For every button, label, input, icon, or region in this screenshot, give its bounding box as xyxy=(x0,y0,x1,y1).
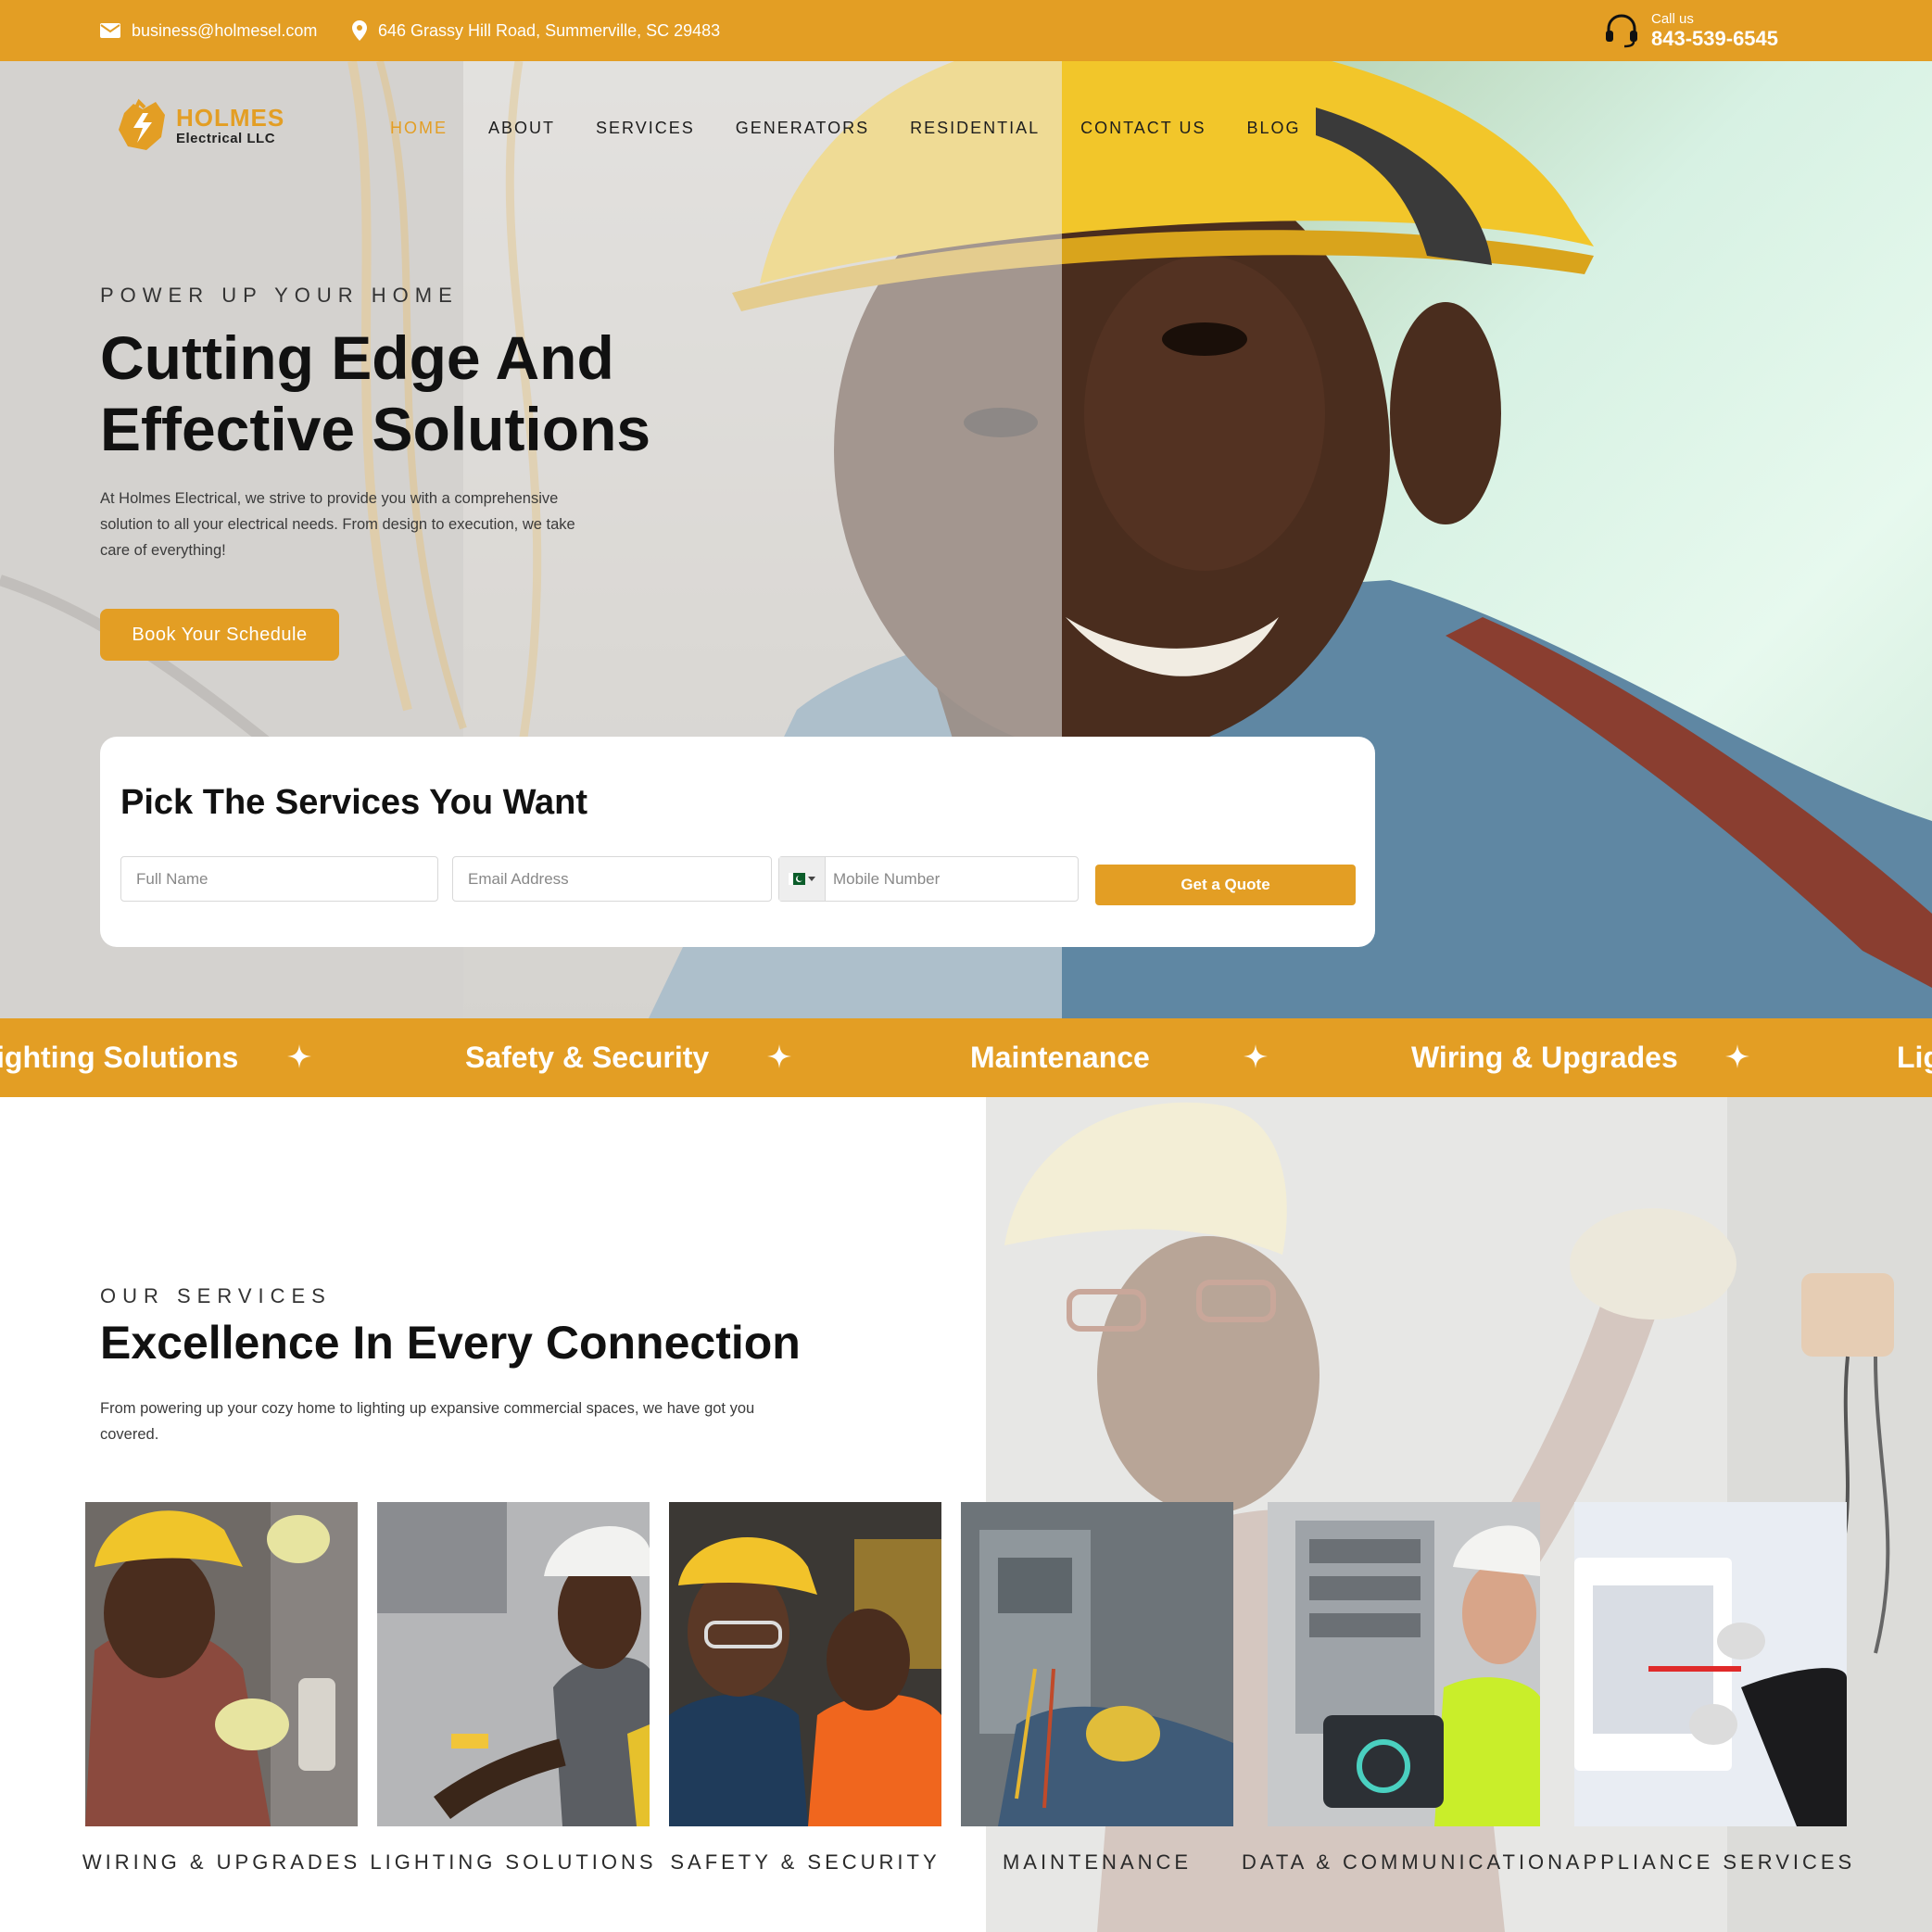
top-bar: business@holmesel.com 646 Grassy Hill Ro… xyxy=(0,0,1932,61)
country-code-selector[interactable] xyxy=(779,857,826,901)
hero-title-line-1: Cutting Edge And xyxy=(100,323,614,392)
topbar-email-text: business@holmesel.com xyxy=(132,20,318,40)
main-nav: HOME ABOUT SERVICES GENERATORS RESIDENTI… xyxy=(390,119,1300,138)
email-placeholder: Email Address xyxy=(468,869,569,888)
topbar-call[interactable]: Call us 843-539-6545 xyxy=(1603,0,1778,61)
service-card-data[interactable]: DATA & COMMUNICATION xyxy=(1242,1502,1562,1874)
hero-eyebrow: POWER UP YOUR HOME xyxy=(100,284,459,307)
pakistan-flag-icon xyxy=(789,873,805,885)
map-pin-icon xyxy=(352,20,367,41)
headset-icon xyxy=(1606,14,1637,48)
maintenance-service-image xyxy=(961,1502,1233,1826)
star-icon xyxy=(1725,1044,1749,1068)
call-text: Call us 843-539-6545 xyxy=(1651,11,1778,51)
nav-about[interactable]: ABOUT xyxy=(488,119,555,138)
star-icon xyxy=(1244,1044,1268,1068)
hero-section: HOLMES Electrical LLC HOME ABOUT SERVICE… xyxy=(0,61,1932,1018)
call-number[interactable]: 843-539-6545 xyxy=(1651,27,1778,50)
appliance-service-image xyxy=(1574,1502,1847,1826)
marquee-item: ighting Solutions xyxy=(0,1041,239,1074)
star-icon xyxy=(767,1044,791,1068)
nav-contact-us[interactable]: CONTACT US xyxy=(1080,119,1206,138)
logo-subtitle: Electrical LLC xyxy=(176,130,276,146)
logo-bolt-icon xyxy=(119,98,165,150)
nav-services[interactable]: SERVICES xyxy=(596,119,695,138)
lighting-service-image xyxy=(377,1502,650,1826)
star-icon xyxy=(287,1044,311,1068)
topbar-email[interactable]: business@holmesel.com xyxy=(100,0,317,61)
service-card-label: MAINTENANCE xyxy=(1002,1850,1193,1874)
topbar-address: 646 Grassy Hill Road, Summerville, SC 29… xyxy=(352,0,720,61)
service-card-appliance[interactable]: APPLIANCE SERVICES xyxy=(1566,1502,1851,1874)
marquee-item: Safety & Security xyxy=(465,1041,710,1074)
services-title: Excellence In Every Connection xyxy=(100,1317,801,1369)
services-section: OUR SERVICES Excellence In Every Connect… xyxy=(0,1097,1932,1932)
hero-description: At Holmes Electrical, we strive to provi… xyxy=(100,490,575,559)
hero-title: Cutting Edge And Effective Solutions xyxy=(100,322,749,465)
safety-service-image xyxy=(669,1502,941,1826)
service-card-label: APPLIANCE SERVICES xyxy=(1565,1850,1856,1874)
services-marquee: ighting Solutions Safety & Security Main… xyxy=(0,1018,1932,1097)
service-card-lighting[interactable]: LIGHTING SOLUTIONS xyxy=(370,1502,653,1874)
service-card-maintenance[interactable]: MAINTENANCE xyxy=(961,1502,1233,1874)
email-address-input[interactable]: Email Address xyxy=(452,856,772,902)
nav-residential[interactable]: RESIDENTIAL xyxy=(910,119,1040,138)
logo[interactable]: HOLMES Electrical LLC xyxy=(115,96,284,154)
envelope-icon xyxy=(100,23,120,38)
wiring-service-image xyxy=(85,1502,358,1826)
chevron-down-icon xyxy=(808,877,815,881)
mobile-number-input[interactable]: Mobile Number xyxy=(778,856,1079,902)
marquee-item: Lig xyxy=(1897,1041,1932,1074)
quote-form-title: Pick The Services You Want xyxy=(120,783,588,822)
get-quote-button[interactable]: Get a Quote xyxy=(1095,865,1356,905)
nav-blog[interactable]: BLOG xyxy=(1246,119,1300,138)
marquee-item: Wiring & Upgrades xyxy=(1411,1041,1678,1074)
service-card-safety[interactable]: SAFETY & SECURITY xyxy=(669,1502,941,1874)
services-description: From powering up your cozy home to light… xyxy=(100,1400,755,1443)
full-name-placeholder: Full Name xyxy=(136,869,208,888)
hero-title-line-2: Effective Solutions xyxy=(100,395,651,463)
logo-name: HOLMES xyxy=(176,103,285,132)
marquee-item: Maintenance xyxy=(970,1041,1150,1074)
mobile-placeholder: Mobile Number xyxy=(833,869,941,888)
data-communication-service-image xyxy=(1268,1502,1540,1826)
book-schedule-button[interactable]: Book Your Schedule xyxy=(100,609,339,661)
nav-generators[interactable]: GENERATORS xyxy=(736,119,869,138)
call-label: Call us xyxy=(1651,10,1694,27)
services-eyebrow: OUR SERVICES xyxy=(100,1284,332,1307)
quote-form-card: Pick The Services You Want Full Name Ema… xyxy=(100,737,1375,947)
full-name-input[interactable]: Full Name xyxy=(120,856,438,902)
service-card-label: DATA & COMMUNICATION xyxy=(1241,1850,1567,1874)
logo-text: HOLMES Electrical LLC xyxy=(176,106,284,145)
topbar-address-text: 646 Grassy Hill Road, Summerville, SC 29… xyxy=(378,20,721,40)
service-card-wiring[interactable]: WIRING & UPGRADES xyxy=(82,1502,358,1874)
nav-home[interactable]: HOME xyxy=(390,119,448,138)
